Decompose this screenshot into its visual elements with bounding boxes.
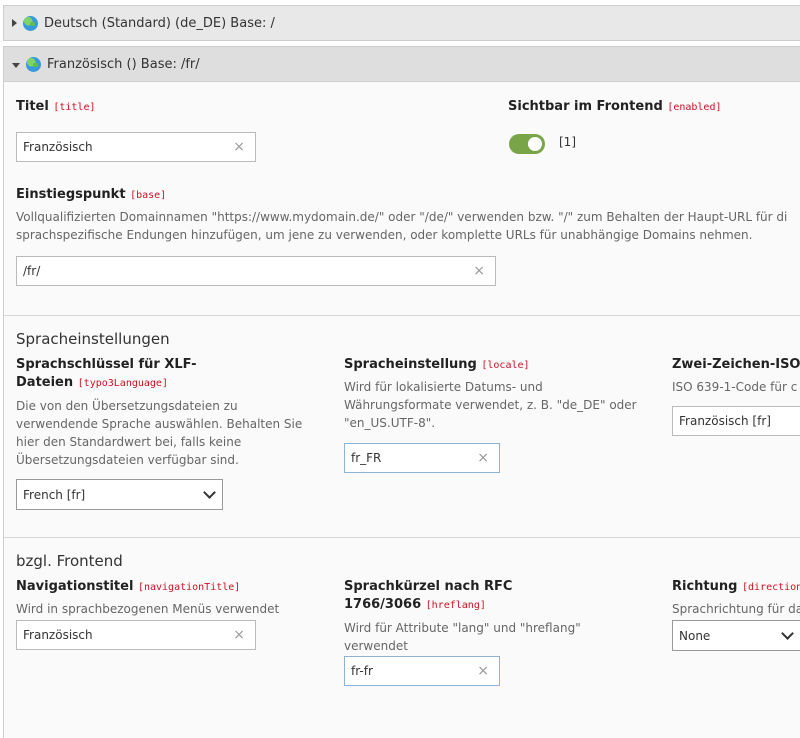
direction-description: Sprachrichtung für da [672, 602, 800, 616]
title-input[interactable]: Französisch × [16, 132, 256, 162]
direction-select[interactable]: None [672, 620, 800, 651]
globe-icon [26, 56, 41, 72]
caret-down-icon [12, 62, 20, 68]
general-section: Titel [title] Französisch × Sichtbar im … [4, 82, 800, 316]
hreflang-input[interactable]: fr-fr × [344, 656, 500, 686]
clear-icon[interactable]: × [477, 450, 489, 466]
enabled-label: Sichtbar im Frontend [enabled] [508, 99, 722, 114]
site-language-editor: Deutsch (Standard) (de_DE) Base: / Franz… [3, 5, 800, 738]
enabled-value: [1] [559, 135, 576, 149]
clear-icon[interactable]: × [233, 627, 245, 643]
chevron-down-icon [203, 486, 216, 499]
nav-title-input[interactable]: Französisch × [16, 620, 256, 650]
panel-title: Deutsch (Standard) (de_DE) Base: / [44, 15, 275, 31]
clear-icon[interactable]: × [477, 663, 489, 679]
xlf-description: Die von den Übersetzungsdateien zu verwe… [16, 399, 303, 467]
direction-label: Richtung [direction] [672, 579, 800, 594]
language-panel-fr-body: Titel [title] Französisch × Sichtbar im … [3, 82, 800, 738]
language-settings-section: Spracheinstellungen Sprachschlüssel für … [4, 316, 800, 538]
language-panel-fr-header[interactable]: Französisch () Base: /fr/ [3, 46, 800, 82]
clear-icon[interactable]: × [473, 263, 485, 279]
globe-icon [23, 15, 38, 31]
base-label: Einstiegspunkt [base] [16, 187, 167, 202]
iso-label: Zwei-Zeichen-ISO-( [672, 357, 800, 372]
iso-description: ISO 639-1-Code für c [672, 380, 798, 394]
frontend-section: bzgl. Frontend Navigationstitel [navigat… [4, 538, 800, 738]
nav-title-description: Wird in sprachbezogenen Menüs verwendet [16, 602, 280, 616]
panel-title: Französisch () Base: /fr/ [47, 56, 200, 72]
toggle-knob [528, 137, 542, 151]
nav-title-label: Navigationstitel [navigationTitle] [16, 579, 241, 594]
base-input[interactable]: /fr/ × [16, 256, 496, 286]
title-label: Titel [title] [16, 99, 96, 114]
section-heading: Spracheinstellungen [16, 330, 170, 348]
base-description-line-2: sprachspezifische Endungen hinzufügen, u… [16, 228, 753, 242]
caret-right-icon [12, 19, 17, 27]
locale-label: Spracheinstellung [locale] [344, 357, 530, 372]
xlf-label: Sprachschlüssel für XLF- Dateien [typo3L… [16, 357, 197, 390]
language-panel-de-header[interactable]: Deutsch (Standard) (de_DE) Base: / [3, 5, 800, 41]
clear-icon[interactable]: × [233, 139, 245, 155]
xlf-select[interactable]: French [fr] [16, 479, 223, 510]
hreflang-description: Wird für Attribute "lang" und "hreflang"… [344, 621, 581, 653]
section-heading: bzgl. Frontend [16, 552, 123, 570]
enabled-toggle[interactable] [509, 134, 545, 154]
iso-input[interactable]: Französisch [fr] [672, 406, 800, 436]
base-description-line-1: Vollqualifizierten Domainnamen "https://… [16, 210, 788, 224]
hreflang-label: Sprachkürzel nach RFC 1766/3066 [hreflan… [344, 579, 513, 612]
locale-input[interactable]: fr_FR × [344, 443, 500, 473]
chevron-down-icon [781, 627, 794, 640]
locale-description: Wird für lokalisierte Datums- und Währun… [344, 380, 637, 430]
